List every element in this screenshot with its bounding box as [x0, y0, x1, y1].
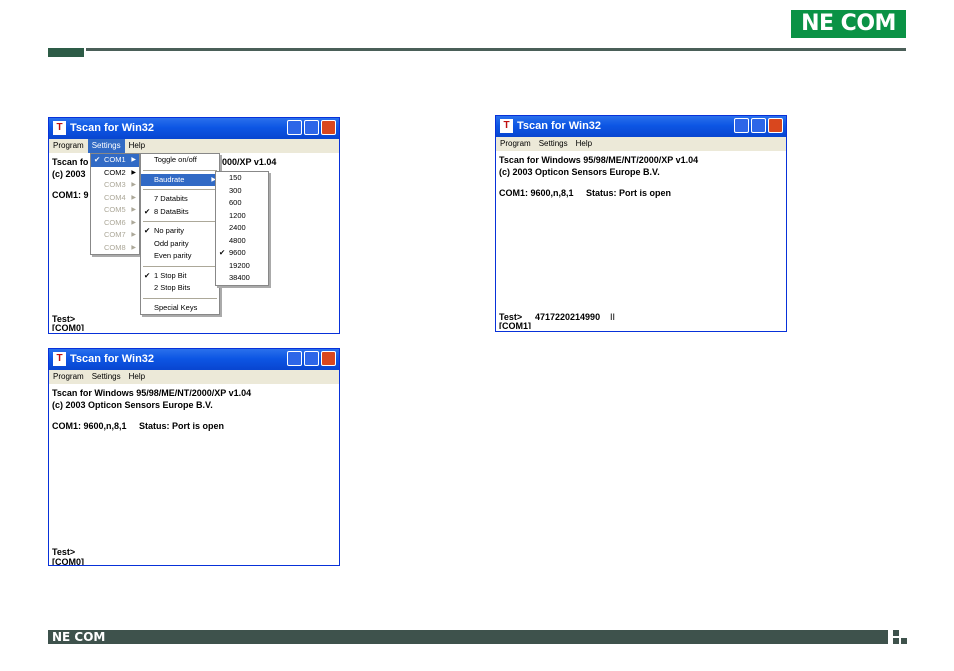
menu-help[interactable]: Help — [572, 137, 596, 151]
copyright-line: (c) 2003 Opticon Sensors Europe B.V. — [52, 400, 213, 410]
menu-item-com5: COM5 ▶ — [104, 205, 136, 214]
footer-bar — [48, 630, 888, 644]
menu-item-baudrate[interactable]: Baudrate ▶ — [141, 173, 219, 186]
menu-settings[interactable]: Settings — [88, 370, 125, 384]
copyright-line: (c) 2003 Opticon Sensors Europe B.V. — [499, 167, 660, 177]
maximize-button[interactable] — [751, 118, 766, 133]
maximize-button[interactable] — [304, 351, 319, 366]
minimize-button[interactable] — [734, 118, 749, 133]
version-line-partial: Tscan fo — [52, 157, 89, 167]
menu-item-2-stop-bits[interactable]: 2 Stop Bits — [141, 282, 219, 295]
tscan-window-menu-open: T Tscan for Win32 Program Settings Help Ts… — [48, 117, 340, 334]
baudrate-menu: 150 300 600 1200 2400 4800 ✔ 9600 19200 3… — [215, 171, 269, 286]
tscan-window-port-open: T Tscan for Win32 Program Settings Help Ts… — [48, 348, 340, 566]
menu-item-7-databits[interactable]: 7 Databits — [141, 193, 219, 206]
baud-600[interactable]: 600 — [216, 197, 268, 210]
com-indicator: [COM1] — [499, 321, 531, 329]
menu-item-com6: COM6 ▶ — [104, 217, 136, 227]
minimize-button[interactable] — [287, 351, 302, 366]
header-accent-block — [48, 48, 84, 57]
footer-square-icon — [901, 638, 907, 644]
window-title: Tscan for Win32 — [517, 120, 602, 132]
menu-separator — [143, 189, 217, 190]
baud-1200[interactable]: 1200 — [216, 210, 268, 223]
baud-19200[interactable]: 19200 — [216, 260, 268, 273]
menu-separator — [143, 265, 217, 267]
footer-nexcom-logo: NE COM — [52, 630, 106, 644]
footer-square-icon — [893, 630, 899, 636]
menu-bar: Program Settings Help — [49, 370, 339, 384]
menu-separator — [143, 169, 217, 171]
menu-help[interactable]: Help — [125, 139, 149, 153]
menu-item-com7: COM7 ▶ — [104, 230, 136, 239]
window-title: Tscan for Win32 — [70, 353, 155, 365]
version-line: Tscan for Windows 95/98/ME/NT/2000/XP v1… — [52, 388, 252, 398]
status-line: COM1: 9600,n,8,1 Status: Port is open — [52, 421, 225, 431]
menu-settings[interactable]: Settings — [535, 137, 572, 151]
menu-item-odd-parity[interactable]: Odd parity — [141, 238, 219, 251]
scanned-barcode: 4717220214990 — [535, 312, 601, 322]
menu-settings[interactable]: Settings — [87, 139, 125, 153]
menu-item-com8: COM8 ▶ — [104, 242, 136, 252]
menu-item-special-keys[interactable]: Special Keys — [141, 302, 219, 315]
menu-separator — [143, 297, 217, 299]
menu-help[interactable]: Help — [125, 370, 149, 384]
com-indicator: [COM0] — [52, 323, 84, 331]
tscan-app-icon: T — [500, 119, 513, 133]
baud-38400[interactable]: 38400 — [216, 272, 268, 285]
tscan-app-icon: T — [53, 121, 66, 135]
menu-program[interactable]: Program — [49, 370, 88, 384]
maximize-button[interactable] — [304, 120, 319, 135]
menu-item-1-stop-bit[interactable]: ✔ 1 Stop Bit — [141, 270, 219, 283]
footer-square-icon — [893, 638, 899, 644]
window-title: Tscan for Win32 — [70, 122, 155, 134]
baud-9600[interactable]: ✔ 9600 — [216, 247, 268, 260]
version-line-partial-right: 2000/XP v1.04 — [217, 157, 277, 167]
menu-bar: Program Settings Help — [49, 139, 339, 153]
tscan-window-scan: T Tscan for Win32 Program Settings Help Ts… — [495, 115, 787, 332]
menu-bar: Program Settings Help — [496, 137, 786, 151]
close-button[interactable] — [768, 118, 783, 133]
menu-item-no-parity[interactable]: ✔ No parity — [141, 225, 219, 238]
baud-4800[interactable]: 4800 — [216, 235, 268, 248]
menu-item-com4: COM4 ▶ — [104, 192, 136, 202]
baud-2400[interactable]: 2400 — [216, 222, 268, 235]
menu-item-com3: COM3 ▶ — [104, 180, 136, 189]
version-line: Tscan for Windows 95/98/ME/NT/2000/XP v1… — [499, 155, 699, 165]
com1-settings-menu: Toggle on/off Baudrate ▶ 7 Databits ✔ 8 Da… — [140, 153, 220, 315]
text-cursor: II — [610, 312, 616, 322]
header-rule — [86, 48, 906, 51]
minimize-button[interactable] — [287, 120, 302, 135]
com-indicator: [COM0] — [52, 557, 84, 565]
close-button[interactable] — [321, 120, 336, 135]
com-port-menu: ✔ COM1 ▶ COM2 ▶ COM3 ▶ COM4 ▶ COM5 ▶ COM6 ▶ COM… — [90, 153, 140, 255]
menu-separator — [143, 221, 217, 222]
copyright-line-partial: (c) 2003 — [52, 169, 86, 179]
menu-item-com1[interactable]: ✔ COM1 ▶ — [91, 154, 139, 167]
baud-150[interactable]: 150 — [216, 172, 268, 185]
menu-program[interactable]: Program — [496, 137, 535, 151]
menu-item-toggle[interactable]: Toggle on/off — [141, 154, 219, 167]
menu-program[interactable]: Program — [49, 139, 88, 153]
close-button[interactable] — [321, 351, 336, 366]
tscan-app-icon: T — [53, 352, 66, 366]
menu-item-even-parity[interactable]: Even parity — [141, 250, 219, 263]
title-bar[interactable]: T Tscan for Win32 — [49, 118, 339, 139]
menu-item-com2[interactable]: COM2 ▶ — [91, 167, 139, 180]
title-bar[interactable]: T Tscan for Win32 — [49, 349, 339, 370]
menu-item-8-databits[interactable]: ✔ 8 DataBits — [141, 206, 219, 219]
baud-300[interactable]: 300 — [216, 185, 268, 198]
nexcom-logo: NE COM — [791, 10, 906, 38]
status-line: COM1: 9600,n,8,1 Status: Port is open — [499, 188, 672, 198]
title-bar[interactable]: T Tscan for Win32 — [496, 116, 786, 137]
status-line-partial: COM1: 9 — [52, 190, 89, 200]
